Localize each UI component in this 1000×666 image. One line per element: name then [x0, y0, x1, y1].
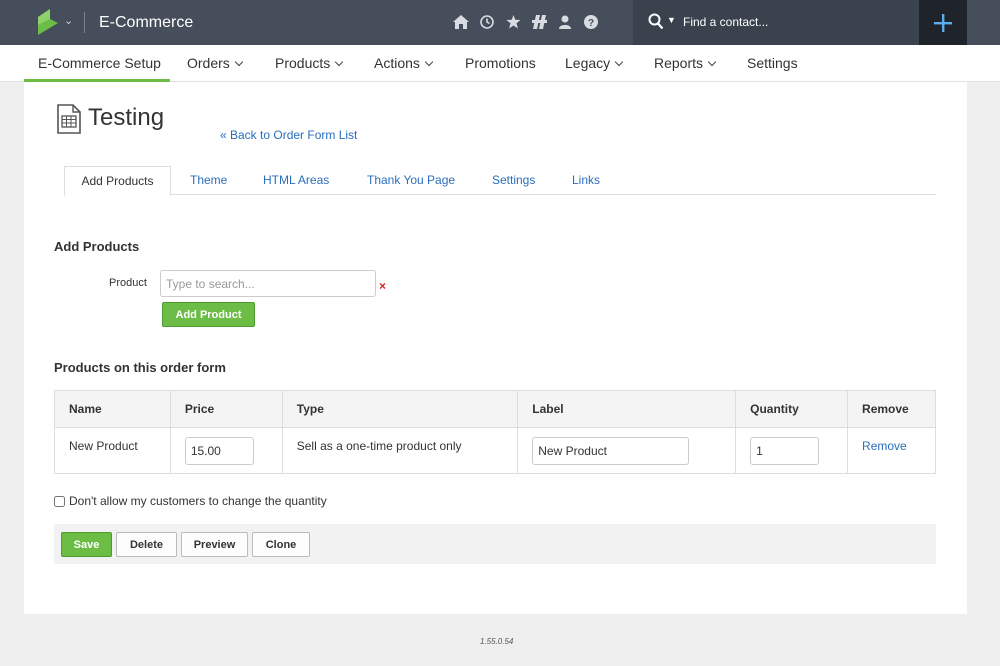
column-header-type: Type — [282, 390, 519, 428]
grid-icon[interactable] — [526, 13, 552, 31]
table-header-row: Name Price Type Label Quantity Remove — [54, 390, 936, 428]
svg-text:?: ? — [588, 18, 594, 29]
tab-add-products[interactable]: Add Products — [64, 166, 171, 196]
order-form-icon — [57, 104, 81, 134]
search-type-dropdown-icon[interactable]: ▼ — [667, 15, 676, 25]
lock-quantity-checkbox[interactable] — [54, 495, 65, 507]
column-header-name: Name — [54, 390, 171, 428]
clear-product-icon[interactable]: × — [379, 279, 386, 293]
column-header-remove: Remove — [847, 390, 936, 428]
remove-product-link[interactable]: Remove — [862, 439, 907, 453]
contact-search: ▼ — [633, 0, 919, 45]
app-version: 1.55.0.54 — [480, 637, 514, 646]
plus-icon — [934, 13, 952, 32]
tab-thank-you-page[interactable]: Thank You Page — [367, 173, 455, 187]
tab-bar: Add Products Theme HTML Areas Thank You … — [64, 166, 936, 196]
preview-button[interactable]: Preview — [181, 532, 248, 557]
nav-reports[interactable]: Reports — [654, 55, 717, 71]
logo-icon[interactable] — [38, 9, 58, 35]
chevron-down-icon — [707, 57, 717, 67]
remove-cell: Remove — [847, 427, 936, 474]
contact-search-input[interactable] — [683, 13, 903, 31]
top-bar: ⌄ E-Commerce ? ▼ — [0, 0, 1000, 45]
main-nav: E-Commerce Setup Orders Products Actions… — [0, 45, 1000, 82]
chevron-down-icon — [614, 57, 624, 67]
tab-settings[interactable]: Settings — [492, 173, 535, 187]
content-panel: Testing « Back to Order Form List Add Pr… — [24, 82, 967, 614]
type-cell: Sell as a one-time product only — [282, 427, 519, 474]
nav-settings[interactable]: Settings — [747, 55, 798, 71]
nav-legacy[interactable]: Legacy — [565, 55, 624, 71]
nav-promotions[interactable]: Promotions — [465, 55, 536, 71]
quantity-input[interactable] — [750, 437, 820, 465]
star-icon[interactable] — [500, 13, 526, 31]
products-on-form-heading: Products on this order form — [54, 360, 226, 375]
chevron-down-icon — [234, 57, 244, 67]
lock-quantity-label: Don't allow my customers to change the q… — [69, 494, 327, 508]
column-header-quantity: Quantity — [735, 390, 849, 428]
help-icon[interactable]: ? — [578, 13, 604, 31]
product-name-cell: New Product — [54, 427, 171, 474]
tab-links[interactable]: Links — [572, 173, 600, 187]
nav-ecommerce-setup[interactable]: E-Commerce Setup — [38, 55, 161, 71]
page-title: Testing — [88, 104, 165, 131]
divider — [84, 12, 85, 33]
add-product-button[interactable]: Add Product — [162, 302, 255, 327]
product-search-input[interactable] — [160, 270, 376, 297]
product-field-label: Product — [109, 277, 147, 289]
search-icon[interactable] — [648, 13, 664, 30]
nav-orders[interactable]: Orders — [187, 55, 244, 71]
tab-theme[interactable]: Theme — [190, 173, 227, 187]
delete-button[interactable]: Delete — [116, 532, 177, 557]
home-icon[interactable] — [448, 13, 474, 31]
add-products-heading: Add Products — [54, 239, 140, 254]
label-cell — [517, 427, 737, 474]
top-icon-group: ? — [448, 13, 604, 31]
back-to-order-form-list-link[interactable]: « Back to Order Form List — [220, 128, 357, 142]
user-icon[interactable] — [552, 13, 578, 31]
app-title: E-Commerce — [99, 14, 194, 31]
table-row: New Product Sell as a one-time product o… — [54, 427, 936, 474]
price-cell — [170, 427, 283, 474]
app-menu-chevron-icon[interactable]: ⌄ — [64, 14, 73, 27]
chevron-down-icon — [335, 57, 344, 67]
clone-button[interactable]: Clone — [252, 532, 310, 557]
price-input[interactable] — [184, 437, 254, 465]
nav-actions[interactable]: Actions — [374, 55, 434, 71]
clock-icon[interactable] — [474, 13, 500, 31]
save-button[interactable]: Save — [61, 532, 112, 557]
products-table: Name Price Type Label Quantity Remove Ne… — [54, 390, 936, 474]
label-input[interactable] — [532, 437, 690, 465]
nav-products[interactable]: Products — [275, 55, 344, 71]
quantity-cell — [735, 427, 849, 474]
column-header-label: Label — [517, 390, 737, 428]
column-header-price: Price — [170, 390, 283, 428]
form-action-bar: Save Delete Preview Clone — [54, 524, 936, 564]
chevron-down-icon — [424, 57, 434, 67]
quick-add-button[interactable] — [919, 0, 967, 45]
lock-quantity-option[interactable]: Don't allow my customers to change the q… — [54, 494, 327, 508]
tab-html-areas[interactable]: HTML Areas — [263, 173, 329, 187]
